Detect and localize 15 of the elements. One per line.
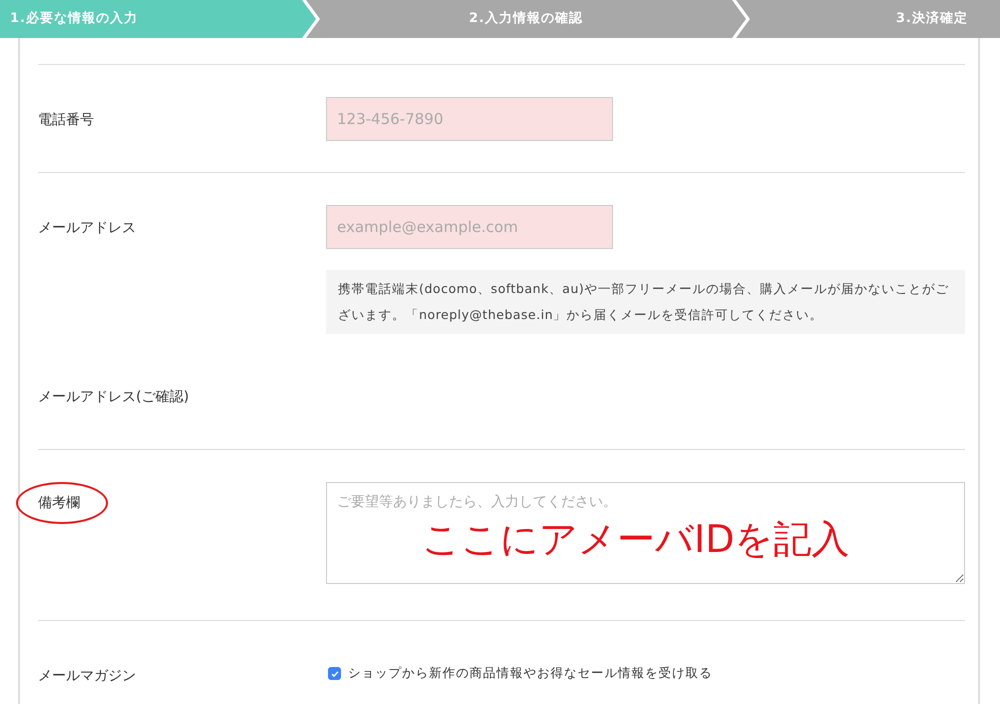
checkbox[interactable] <box>328 667 341 680</box>
field-label: 電話番号 <box>38 112 94 128</box>
field-label: メールアドレス <box>38 220 136 236</box>
field-label: 備考欄 <box>38 495 80 511</box>
input-field[interactable]: example@example.com <box>326 205 613 249</box>
input-field[interactable]: 123-456-7890 <box>326 97 613 141</box>
progress-step: 1.必要な情報の入力 <box>0 0 316 38</box>
field-label: メールマガジン <box>38 668 136 684</box>
checkmark-icon <box>330 668 340 678</box>
notice-text: 携帯電話端末(docomo、softbank、au)や一部フリーメールの場合、購入メールが届かないことがございます。「noreply@thebase.in」から届くメールを受信許可してください。 <box>326 270 965 334</box>
checkbox-label: ショップから新作の商品情報やお得なセール情報を受け取る <box>348 665 712 682</box>
progress-step: 3.決済確定 <box>736 0 1000 38</box>
annotation-text: ここにアメーバIDを記入 <box>422 516 850 563</box>
progress-step: 2.入力情報の確認 <box>306 0 746 38</box>
field-label: メールアドレス(ご確認) <box>38 389 189 405</box>
